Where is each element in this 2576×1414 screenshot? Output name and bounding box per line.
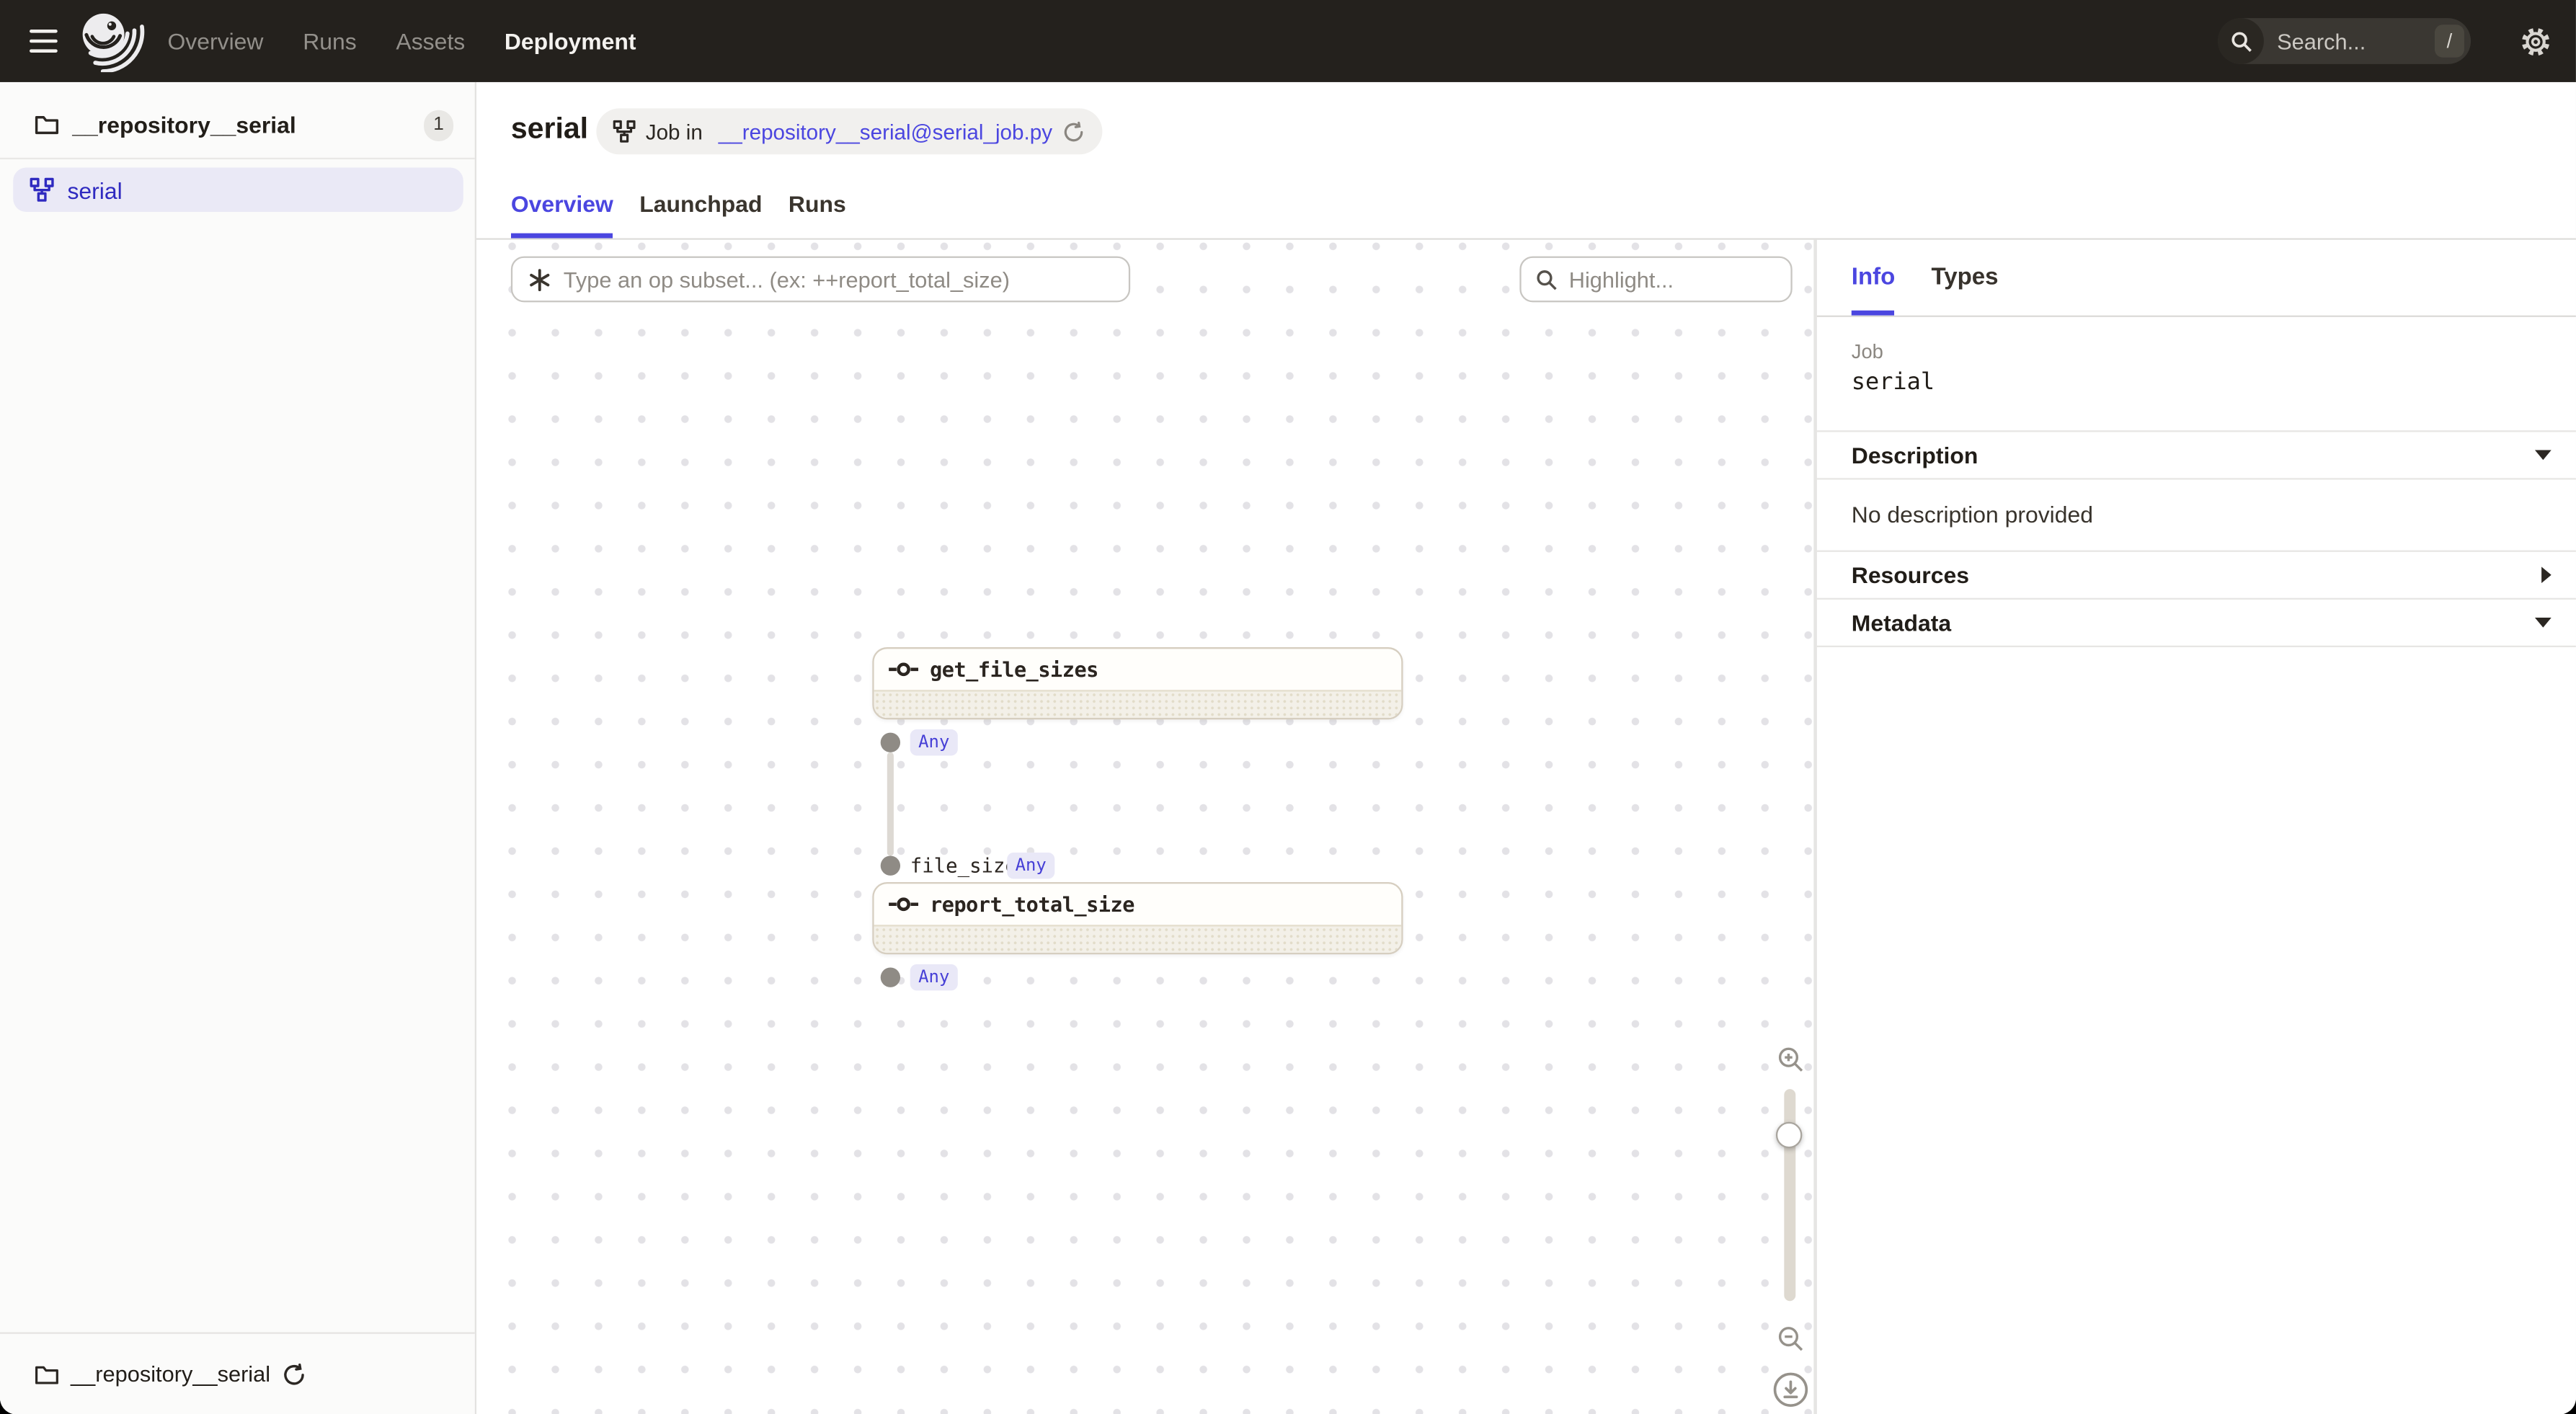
op-selector-icon <box>528 267 552 291</box>
nav-item-runs[interactable]: Runs <box>303 28 357 54</box>
zoom-out-icon[interactable] <box>1777 1325 1803 1351</box>
section-description[interactable]: Description <box>1817 430 2576 478</box>
job-pill-prefix: Job in <box>646 119 709 143</box>
job-info-block: Job serial <box>1817 317 2576 396</box>
op-node-get-file-sizes[interactable]: get_file_sizes <box>872 647 1403 719</box>
tab-runs[interactable]: Runs <box>789 190 846 238</box>
zoom-slider-track[interactable] <box>1784 1089 1795 1301</box>
settings-gear-icon[interactable] <box>2518 25 2553 59</box>
sidebar-item-label: serial <box>67 177 122 203</box>
highlight-input-wrap <box>1519 257 1792 303</box>
repo-group-name: __repository__serial <box>72 112 296 138</box>
job-label: Job <box>1852 340 2541 363</box>
repo-group-row[interactable]: __repository__serial 1 <box>0 92 475 159</box>
reload-job-icon[interactable] <box>1062 121 1084 143</box>
tab-info[interactable]: Info <box>1852 240 1896 316</box>
op-node-report-total-size[interactable]: report_total_size <box>872 882 1403 954</box>
input-type-badge[interactable]: Any <box>1007 853 1054 879</box>
search-icon <box>2218 18 2264 64</box>
page-header: serial Job in __repository__serial@seria… <box>476 82 2576 240</box>
reload-repo-icon[interactable] <box>282 1363 305 1386</box>
caret-down-icon <box>2535 618 2551 628</box>
op-node-label: get_file_sizes <box>930 657 1098 682</box>
search-shortcut-badge: / <box>2435 25 2464 58</box>
dagster-logo-icon[interactable] <box>79 12 144 72</box>
app-window: Overview Runs Assets Deployment / <box>0 0 2576 1414</box>
section-label: Description <box>1852 442 1978 468</box>
input-port <box>881 856 900 876</box>
nav-item-deployment[interactable]: Deployment <box>505 28 636 54</box>
primary-nav: Overview Runs Assets Deployment <box>167 0 636 82</box>
output-type-badge[interactable]: Any <box>910 964 958 990</box>
tab-types[interactable]: Types <box>1931 240 1998 316</box>
section-label: Resources <box>1852 562 1969 588</box>
zoom-in-icon[interactable] <box>1777 1046 1803 1072</box>
info-panel-tabs: Info Types <box>1817 240 2576 317</box>
section-divider <box>1817 646 2576 647</box>
job-overview-content: get_file_sizes Any file_sizes Any <box>476 240 2576 1414</box>
info-side-panel: Info Types Job serial Description No des… <box>1813 240 2576 1414</box>
output-port <box>881 733 900 752</box>
op-node-header: report_total_size <box>874 884 1402 925</box>
sidebar-footer: __repository__serial <box>0 1333 475 1414</box>
job-graph-icon <box>613 120 636 143</box>
main-area: serial Job in __repository__serial@seria… <box>476 82 2576 1414</box>
info-sections: Description No description provided Reso… <box>1817 430 2576 647</box>
op-subset-input-wrap <box>511 257 1130 303</box>
section-metadata[interactable]: Metadata <box>1817 598 2576 646</box>
caret-right-icon <box>2541 566 2551 583</box>
footer-repo-name: __repository__serial <box>71 1362 270 1387</box>
job-file-link[interactable]: __repository__serial@serial_job.py <box>719 119 1052 143</box>
recenter-view-icon[interactable] <box>1772 1371 1808 1408</box>
repo-count-badge: 1 <box>424 110 453 141</box>
tab-overview[interactable]: Overview <box>511 190 613 238</box>
op-icon <box>889 662 918 677</box>
left-sidebar: __repository__serial 1 serial __reposito… <box>0 82 476 1414</box>
op-node-body <box>874 925 1402 953</box>
zoom-slider-thumb[interactable] <box>1776 1122 1802 1148</box>
op-node-header: get_file_sizes <box>874 649 1402 690</box>
op-node-body <box>874 690 1402 718</box>
folder-icon <box>35 113 59 136</box>
menu-icon[interactable] <box>30 23 66 59</box>
output-port <box>881 968 900 987</box>
search-icon <box>1536 269 1558 290</box>
description-content: No description provided <box>1817 478 2576 550</box>
section-resources[interactable]: Resources <box>1817 551 2576 598</box>
job-graph-icon <box>30 177 54 202</box>
global-search[interactable]: / <box>2218 18 2471 64</box>
page-title: serial <box>511 112 588 146</box>
search-input[interactable] <box>2264 29 2435 53</box>
edge-connector <box>887 752 894 856</box>
op-node-label: report_total_size <box>930 892 1134 917</box>
job-name-value: serial <box>1852 370 2541 396</box>
tab-launchpad[interactable]: Launchpad <box>639 190 762 238</box>
job-breadcrumb-pill: Job in __repository__serial@serial_job.p… <box>596 108 1101 154</box>
nav-item-assets[interactable]: Assets <box>396 28 465 54</box>
sidebar-item-serial[interactable]: serial <box>13 167 463 212</box>
op-graph-canvas[interactable]: get_file_sizes Any file_sizes Any <box>476 240 1813 1414</box>
caret-down-icon <box>2535 450 2551 461</box>
op-icon <box>889 897 918 912</box>
top-navbar: Overview Runs Assets Deployment / <box>0 0 2576 82</box>
op-subset-input[interactable] <box>564 267 1114 291</box>
highlight-input[interactable] <box>1569 267 1776 291</box>
section-label: Metadata <box>1852 610 1951 636</box>
nav-item-overview[interactable]: Overview <box>167 28 263 54</box>
job-tabs: Overview Launchpad Runs <box>511 190 846 238</box>
folder-icon <box>35 1363 59 1386</box>
output-type-badge[interactable]: Any <box>910 729 958 755</box>
